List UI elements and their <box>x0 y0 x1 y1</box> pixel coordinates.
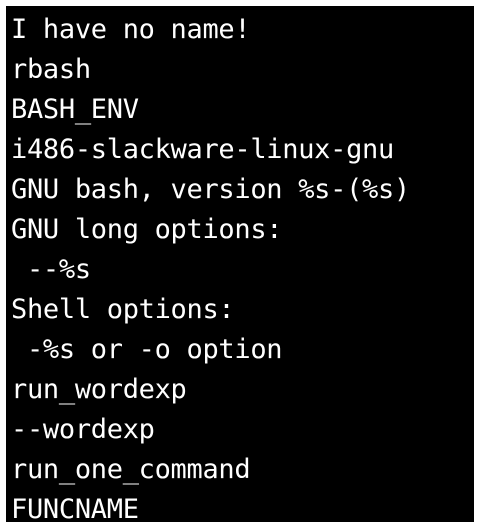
terminal-output: I have no name! rbash BASH_ENV i486-slac… <box>6 6 474 522</box>
terminal-line: i486-slackware-linux-gnu <box>11 134 394 165</box>
terminal-line: BASH_ENV <box>11 94 139 125</box>
terminal-line: rbash <box>11 54 91 85</box>
terminal-line: --wordexp <box>11 414 155 445</box>
terminal-line: GNU bash, version %s-(%s) <box>11 174 410 205</box>
terminal-line: GNU long options: <box>11 214 283 245</box>
terminal-line: FUNCNAME <box>11 494 139 522</box>
terminal-line: Shell options: <box>11 294 235 325</box>
terminal-line: run_wordexp <box>11 374 187 405</box>
terminal-line: --%s <box>11 254 91 285</box>
terminal-line: run_one_command <box>11 454 251 485</box>
terminal-line: -%s or -o option <box>11 334 283 365</box>
terminal-line: I have no name! <box>11 14 251 45</box>
